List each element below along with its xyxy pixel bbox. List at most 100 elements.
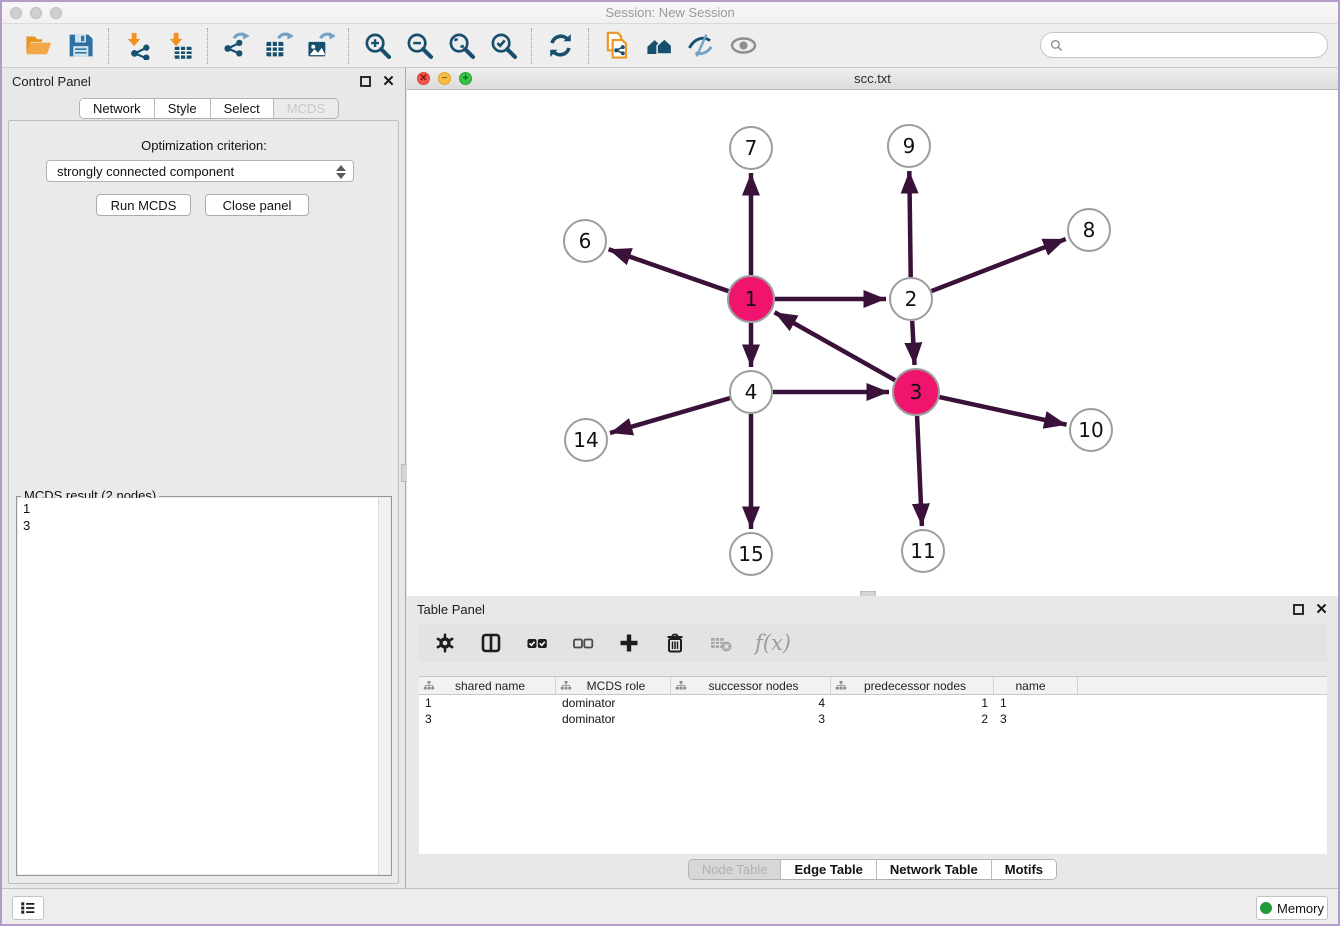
graph-node-label: 11 [910,539,935,563]
tab-network[interactable]: Network [80,99,155,118]
control-panel: Control Panel ✕ Network Style Select MCD… [2,68,406,888]
column-header-MCDS-role[interactable]: MCDS role [556,677,671,694]
run-mcds-button[interactable]: Run MCDS [96,194,191,216]
tab-edge-table[interactable]: Edge Table [781,860,876,879]
zoom-out-icon[interactable] [404,31,434,61]
result-scrollbar[interactable] [378,498,390,874]
optimization-criterion-select[interactable]: strongly connected component [46,160,354,182]
column-header-name[interactable]: name [994,677,1078,694]
split-columns-icon[interactable] [479,631,503,655]
search-input[interactable] [1040,32,1328,58]
graph-edge-3-10[interactable] [939,397,1066,425]
close-table-panel-icon[interactable]: ✕ [1315,603,1328,616]
search-field[interactable] [1068,38,1318,53]
mcds-result-textarea[interactable]: 1 3 [18,498,390,874]
task-history-button[interactable] [12,896,44,920]
graph-node-label: 9 [903,134,916,158]
app-title-bar: Session: New Session [2,2,1338,24]
status-bar: Memory [2,888,1338,924]
table-settings-icon[interactable] [433,631,457,655]
memory-label: Memory [1277,901,1324,916]
close-window-button[interactable] [10,7,22,19]
table-panel-title: Table Panel [417,602,1282,617]
column-header-successor-nodes[interactable]: successor nodes [671,677,831,694]
memory-status-icon [1260,902,1272,914]
memory-button[interactable]: Memory [1256,896,1328,920]
network-window-titlebar: ✕ − + scc.txt [407,68,1338,90]
column-header-shared-name[interactable]: shared name [419,677,556,694]
graph-edge-1-6[interactable] [609,249,729,291]
mcds-result-line: 1 [18,498,390,517]
column-header-predecessor-nodes[interactable]: predecessor nodes [831,677,994,694]
tab-node-table[interactable]: Node Table [689,860,782,879]
graph-node-label: 2 [905,287,918,311]
import-table-icon[interactable] [164,31,194,61]
tab-motifs[interactable]: Motifs [992,860,1056,879]
refresh-styles-icon[interactable] [545,31,575,61]
column-header-label: predecessor nodes [851,679,989,693]
optimization-criterion-value: strongly connected component [57,164,234,179]
float-table-panel-icon[interactable] [1292,603,1305,616]
network-zoom-button[interactable]: + [459,72,472,85]
open-recent-session-icon[interactable] [644,31,674,61]
export-network-icon[interactable] [221,31,251,61]
graph-node-label: 14 [573,428,598,452]
network-canvas[interactable]: 7968124314101511 [407,90,1338,596]
show-panels-icon[interactable] [728,31,758,61]
table-row[interactable]: 1dominator411 [419,695,1327,711]
graph-node-label: 4 [745,380,758,404]
main-toolbar [2,24,1338,68]
save-session-icon[interactable] [65,31,95,61]
search-icon [1050,39,1063,52]
float-panel-icon[interactable] [359,75,372,88]
table-tabs: Node Table Edge Table Network Table Moti… [407,859,1338,880]
graph-edge-3-11[interactable] [917,416,922,526]
close-panel-icon[interactable]: ✕ [382,75,395,88]
zoom-selected-icon[interactable] [488,31,518,61]
mcds-result-line: 3 [18,517,390,534]
tab-network-table[interactable]: Network Table [877,860,992,879]
graph-node-label: 1 [745,287,758,311]
graph-edge-2-3[interactable] [912,321,914,365]
node-table: shared nameMCDS rolesuccessor nodes prede… [419,676,1327,854]
graph-edge-2-9[interactable] [909,171,910,277]
minimize-window-button[interactable] [30,7,42,19]
table-cell: 1 [994,696,1078,710]
network-traffic-lights: ✕ − + [417,72,472,85]
table-toolbar: f(x) [419,624,1327,662]
table-body: 1dominator4113dominator323 [419,695,1327,727]
tab-select[interactable]: Select [211,99,274,118]
graph-node-label: 8 [1083,218,1096,242]
graph-node-label: 15 [738,542,763,566]
zoom-window-button[interactable] [50,7,62,19]
optimization-criterion-label: Optimization criterion: [2,138,406,153]
zoom-fit-icon[interactable] [446,31,476,61]
network-close-button[interactable]: ✕ [417,72,430,85]
table-panel: Table Panel ✕ [407,596,1338,888]
graph-edge-3-1[interactable] [775,312,896,380]
hide-panels-icon[interactable] [686,31,716,61]
tab-style[interactable]: Style [155,99,211,118]
import-network-icon[interactable] [122,31,152,61]
graph-edge-4-14[interactable] [610,398,730,433]
copy-network-icon[interactable] [602,31,632,61]
export-table-icon[interactable] [263,31,293,61]
tab-mcds[interactable]: MCDS [274,99,338,118]
select-all-rows-icon[interactable] [525,631,549,655]
table-row[interactable]: 3dominator323 [419,711,1327,727]
add-column-icon[interactable] [617,631,641,655]
table-cell: 3 [671,712,831,726]
graph-node-label: 6 [579,229,592,253]
delete-columns-icon[interactable] [663,631,687,655]
delete-table-icon [709,631,733,655]
network-graph[interactable]: 7968124314101511 [407,90,1338,596]
network-minimize-button[interactable]: − [438,72,451,85]
graph-edge-2-8[interactable] [932,239,1066,291]
close-panel-button[interactable]: Close panel [205,194,309,216]
control-panel-title: Control Panel [12,74,349,89]
window-traffic-lights[interactable] [10,7,62,19]
export-image-icon[interactable] [305,31,335,61]
zoom-in-icon[interactable] [362,31,392,61]
open-session-icon[interactable] [23,31,53,61]
deselect-all-rows-icon[interactable] [571,631,595,655]
